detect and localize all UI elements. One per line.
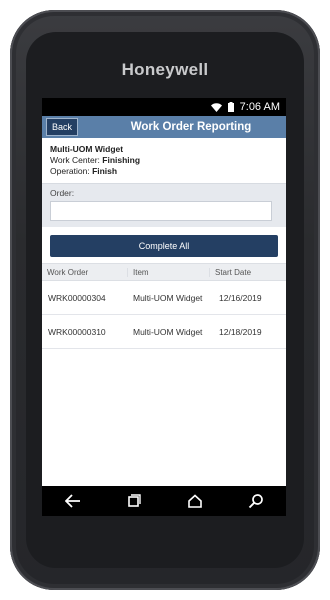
search-icon[interactable]	[236, 489, 276, 513]
screen: 7:06 AM Back Work Order Reporting Multi-…	[42, 98, 286, 516]
header-work-order[interactable]: Work Order	[42, 268, 127, 277]
work-center-line: Work Center: Finishing	[50, 155, 278, 166]
wifi-icon	[210, 102, 222, 112]
operation-line: Operation: Finish	[50, 166, 278, 177]
battery-icon	[227, 102, 234, 112]
item-name: Multi-UOM Widget	[50, 144, 124, 154]
table-row[interactable]: WRK00000304 Multi-UOM Widget 12/16/2019	[42, 281, 286, 315]
cell-work-order: WRK00000310	[48, 326, 106, 337]
item-info: Multi-UOM Widget Work Center: Finishing …	[42, 138, 286, 183]
header-item[interactable]: Item	[127, 267, 209, 277]
cell-start-date: 12/18/2019	[219, 326, 262, 337]
operation-label: Operation:	[50, 166, 93, 176]
back-button[interactable]: Back	[46, 118, 79, 136]
app-bar: Back Work Order Reporting	[42, 116, 286, 138]
order-label: Order:	[50, 188, 75, 198]
table-row[interactable]: WRK00000310 Multi-UOM Widget 12/18/2019	[42, 315, 286, 349]
brand-logo: Honeywell	[121, 60, 209, 79]
back-nav-icon[interactable]	[53, 489, 93, 513]
complete-all-button[interactable]: Complete All	[50, 235, 278, 257]
status-bar: 7:06 AM	[42, 98, 286, 116]
status-time: 7:06 AM	[239, 101, 280, 113]
header-start-date[interactable]: Start Date	[209, 267, 286, 277]
recents-icon[interactable]	[114, 489, 154, 513]
home-icon[interactable]	[175, 489, 215, 513]
cell-work-order: WRK00000304	[48, 292, 106, 303]
work-center-value: Finishing	[102, 155, 141, 165]
page-title: Work Order Reporting	[130, 121, 252, 133]
cell-item: Multi-UOM Widget	[133, 292, 203, 303]
order-input[interactable]	[50, 201, 272, 221]
cell-start-date: 12/16/2019	[219, 292, 262, 303]
nav-bar	[42, 486, 286, 516]
table-header: Work Order Item Start Date	[42, 263, 286, 281]
order-panel: Order:	[42, 183, 286, 227]
work-center-label: Work Center:	[50, 155, 103, 165]
operation-value: Finish	[92, 166, 118, 176]
work-order-table: Work Order Item Start Date WRK00000304 M…	[42, 263, 286, 349]
cell-item: Multi-UOM Widget	[133, 326, 203, 337]
